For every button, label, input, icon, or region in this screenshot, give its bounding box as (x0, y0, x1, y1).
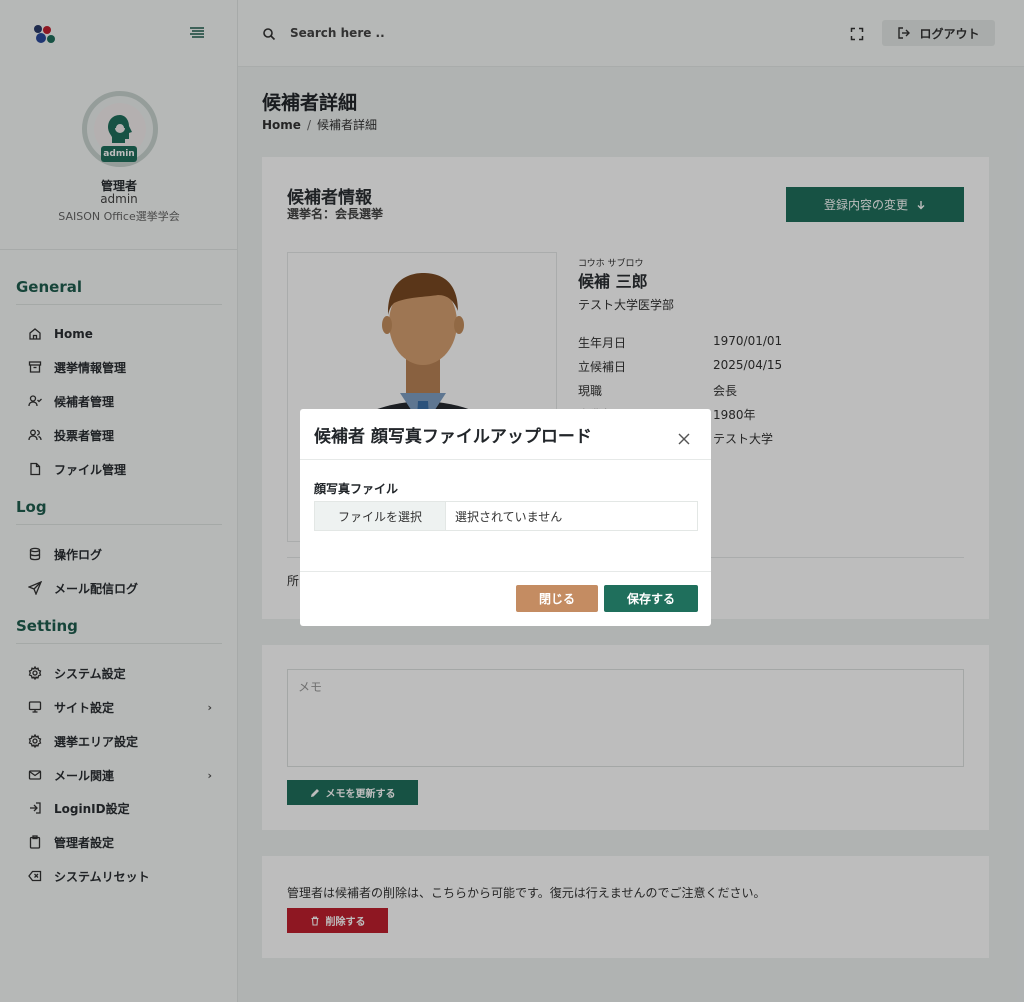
close-icon[interactable] (676, 431, 692, 447)
modal-title: 候補者 顔写真ファイルアップロード (314, 427, 592, 447)
photo-file-input[interactable]: ファイルを選択 選択されていません (314, 501, 698, 531)
save-button[interactable]: 保存する (604, 585, 698, 612)
file-status-text: 選択されていません (455, 509, 563, 524)
modal-footer-divider (300, 571, 711, 572)
photo-upload-modal: 候補者 顔写真ファイルアップロード 顔写真ファイル ファイルを選択 選択されてい… (300, 409, 711, 626)
choose-file-button[interactable]: ファイルを選択 (315, 502, 446, 530)
photo-file-label: 顔写真ファイル (314, 482, 399, 496)
modal-header-divider (300, 459, 711, 460)
close-button[interactable]: 閉じる (516, 585, 598, 612)
